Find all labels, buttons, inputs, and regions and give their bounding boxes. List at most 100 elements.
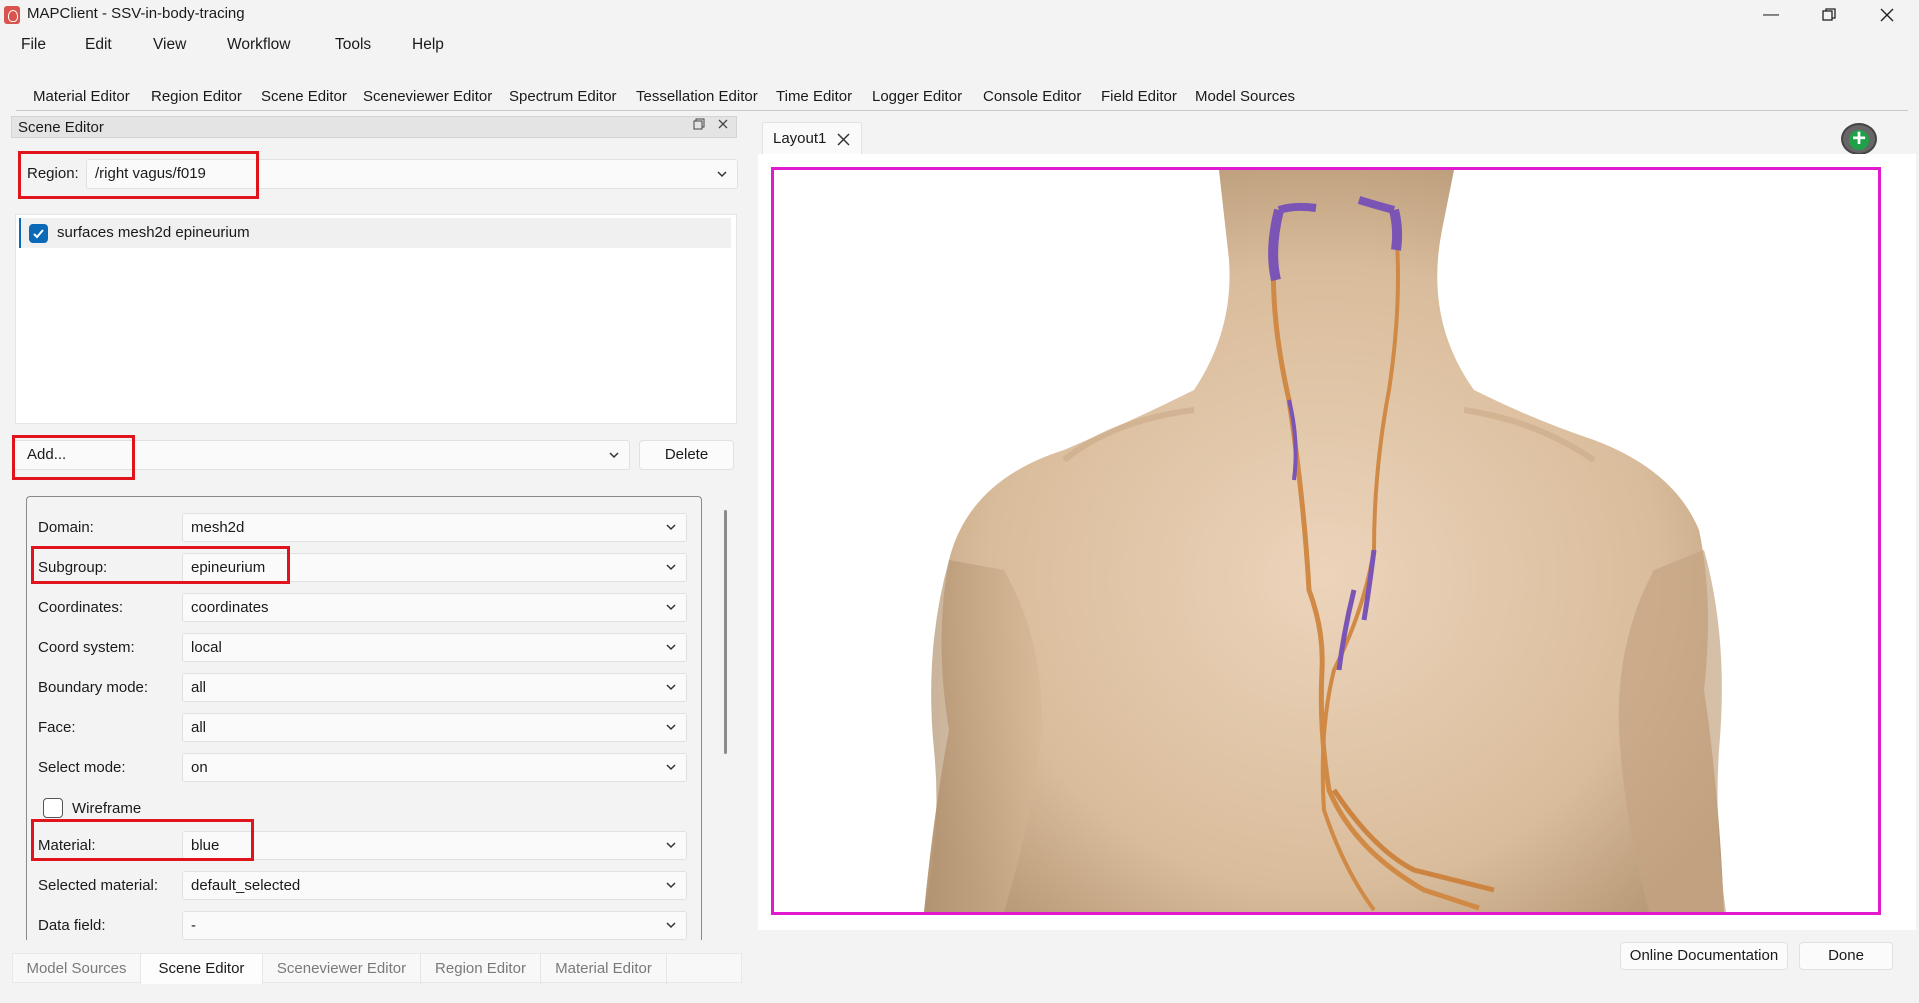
selected-material-label: Selected material: (38, 877, 159, 894)
tab-model-sources[interactable]: Model Sources (13, 954, 141, 984)
coordinates-value: coordinates (191, 599, 269, 616)
done-button[interactable]: Done (1799, 942, 1893, 970)
wireframe-row: Wireframe (27, 790, 701, 822)
coord-system-select[interactable]: local (182, 633, 687, 662)
toolbar-material-editor[interactable]: Material Editor (26, 86, 137, 107)
domain-label: Domain: (38, 519, 94, 536)
tab-sceneviewer-editor[interactable]: Sceneviewer Editor (263, 954, 421, 984)
menu-help[interactable]: Help (412, 36, 444, 54)
boundary-mode-row: Boundary mode: all (27, 671, 701, 703)
online-documentation-button[interactable]: Online Documentation (1620, 942, 1788, 970)
properties-scrollbar[interactable] (724, 510, 727, 754)
toolbar-region-editor[interactable]: Region Editor (144, 86, 249, 107)
visibility-checkbox[interactable] (29, 224, 48, 243)
coordinates-select[interactable]: coordinates (182, 593, 687, 622)
selected-material-select[interactable]: default_selected (182, 871, 687, 900)
scene-editor-dock-title: Scene Editor (11, 116, 737, 138)
chevron-down-icon (666, 724, 676, 731)
list-item[interactable]: surfaces mesh2d epineurium (19, 218, 731, 248)
graphics-properties-panel: Domain: mesh2d Subgroup: epineurium Coor… (26, 496, 702, 940)
title-bar: MAPClient - SSV-in-body-tracing — (0, 0, 1919, 30)
subgroup-label: Subgroup: (38, 559, 108, 576)
close-dock-icon[interactable] (717, 118, 729, 133)
toolbar-spectrum-editor[interactable]: Spectrum Editor (502, 86, 624, 107)
subgroup-row: Subgroup: epineurium (27, 551, 701, 583)
window-title: MAPClient - SSV-in-body-tracing (27, 5, 245, 22)
toolbar-model-sources[interactable]: Model Sources (1188, 86, 1302, 107)
graphics-item-label: surfaces mesh2d epineurium (57, 224, 250, 241)
chevron-down-icon (666, 882, 676, 889)
layout-tab-label: Layout1 (773, 130, 827, 147)
add-placeholder: Add... (27, 446, 67, 463)
chevron-down-icon (666, 684, 676, 691)
select-mode-select[interactable]: on (182, 753, 687, 782)
material-select[interactable]: blue (182, 831, 687, 860)
chevron-down-icon (717, 171, 727, 178)
delete-button[interactable]: Delete (639, 440, 734, 470)
graphics-list: surfaces mesh2d epineurium (15, 214, 737, 424)
coordinates-label: Coordinates: (38, 599, 124, 616)
close-icon[interactable] (1858, 0, 1916, 30)
selected-material-value: default_selected (191, 877, 301, 894)
toolbar-tessellation-editor[interactable]: Tessellation Editor (629, 86, 765, 107)
chevron-down-icon (666, 644, 676, 651)
data-field-value: - (191, 917, 196, 934)
boundary-mode-select[interactable]: all (182, 673, 687, 702)
data-field-select[interactable]: - (182, 911, 687, 940)
tab-layout1[interactable]: Layout1 (762, 122, 862, 154)
float-dock-icon[interactable] (693, 118, 705, 133)
toolbar-divider (16, 110, 1908, 111)
toolbar-time-editor[interactable]: Time Editor (769, 86, 859, 107)
subgroup-value: epineurium (191, 559, 266, 576)
add-graphics-row: Add... Delete (13, 434, 738, 476)
menu-workflow[interactable]: Workflow (227, 36, 290, 54)
data-field-label: Data field: (38, 917, 106, 934)
chevron-down-icon (666, 764, 676, 771)
material-value: blue (191, 837, 220, 854)
coord-system-row: Coord system: local (27, 631, 701, 663)
coordinates-row: Coordinates: coordinates (27, 591, 701, 623)
selected-material-row: Selected material: default_selected (27, 869, 701, 901)
toolbar-field-editor[interactable]: Field Editor (1094, 86, 1184, 107)
domain-value: mesh2d (191, 519, 245, 536)
toolbar-console-editor[interactable]: Console Editor (976, 86, 1088, 107)
editor-toolbar: Material Editor Region Editor Scene Edit… (0, 86, 1919, 110)
material-row: Material: blue (27, 829, 701, 861)
add-layout-icon[interactable] (1841, 123, 1877, 155)
toolbar-scene-editor[interactable]: Scene Editor (254, 86, 354, 107)
region-select[interactable]: /right vagus/f019 (86, 159, 738, 189)
tab-scene-editor[interactable]: Scene Editor (141, 954, 263, 984)
tab-region-editor[interactable]: Region Editor (421, 954, 541, 984)
app-logo-icon (4, 6, 20, 24)
body-render (924, 170, 1726, 912)
wireframe-label: Wireframe (72, 800, 142, 817)
face-label: Face: (38, 719, 76, 736)
coord-system-value: local (191, 639, 222, 656)
menu-tools[interactable]: Tools (335, 36, 371, 54)
add-graphics-select[interactable]: Add... (13, 440, 630, 470)
face-value: all (191, 719, 207, 736)
chevron-down-icon (666, 564, 676, 571)
toolbar-sceneviewer-editor[interactable]: Sceneviewer Editor (356, 86, 499, 107)
menu-edit[interactable]: Edit (85, 36, 112, 54)
restore-icon[interactable] (1800, 0, 1858, 30)
3d-viewport[interactable] (771, 167, 1881, 915)
tab-material-editor[interactable]: Material Editor (541, 954, 667, 984)
dock-title-text: Scene Editor (18, 119, 104, 136)
close-tab-icon[interactable] (836, 132, 851, 147)
region-label: Region: (27, 165, 79, 182)
domain-select[interactable]: mesh2d (182, 513, 687, 542)
chevron-down-icon (666, 922, 676, 929)
toolbar-logger-editor[interactable]: Logger Editor (865, 86, 969, 107)
wireframe-checkbox[interactable] (43, 798, 63, 818)
menu-view[interactable]: View (153, 36, 186, 54)
chevron-down-icon (666, 842, 676, 849)
menu-file[interactable]: File (21, 36, 46, 54)
region-value: /right vagus/f019 (95, 165, 206, 182)
boundary-mode-value: all (191, 679, 207, 696)
face-select[interactable]: all (182, 713, 687, 742)
check-icon (33, 229, 44, 239)
select-mode-row: Select mode: on (27, 751, 701, 783)
minimize-icon[interactable]: — (1742, 0, 1800, 30)
subgroup-select[interactable]: epineurium (182, 553, 687, 582)
